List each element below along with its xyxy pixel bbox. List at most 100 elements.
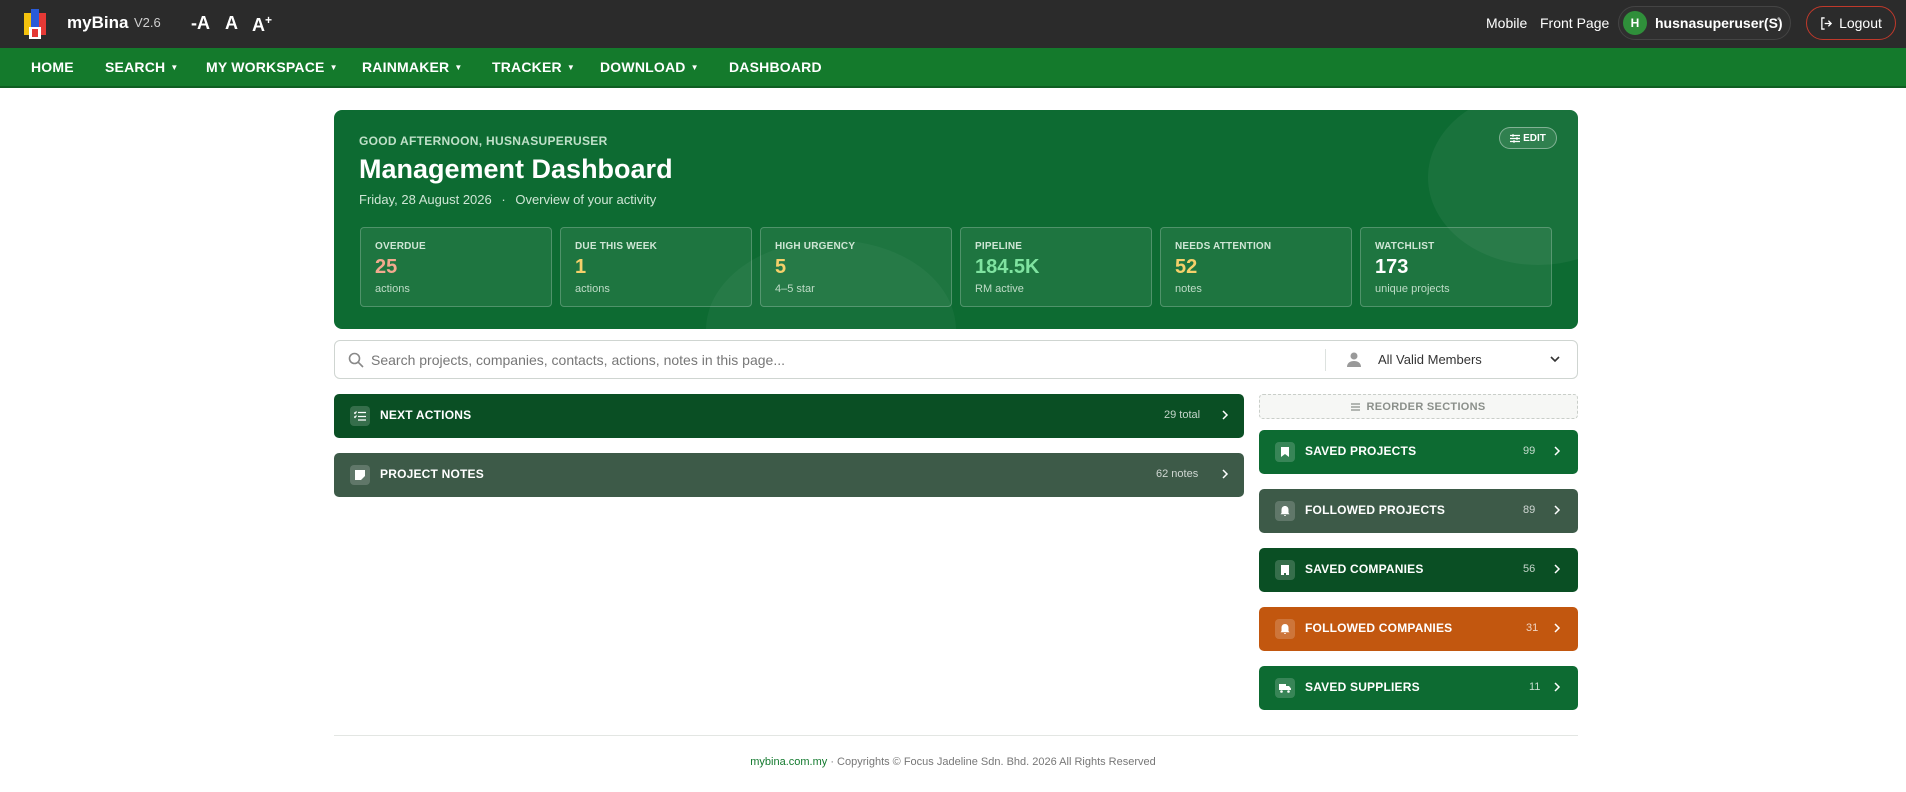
stat-unit: RM active xyxy=(975,283,1024,295)
note-icon xyxy=(350,465,370,485)
stat-label: PIPELINE xyxy=(975,241,1023,252)
section-title: FOLLOWED PROJECTS xyxy=(1305,503,1446,517)
user-menu[interactable]: H husnasuperuser(S) • xyxy=(1618,6,1791,40)
page-subtitle: Friday, 28 August 2026 · Overview of you… xyxy=(359,192,656,207)
chevron-right-icon xyxy=(1554,505,1561,515)
nav-rainmaker[interactable]: RAINMAKER ▼ xyxy=(362,59,462,75)
chevron-right-icon xyxy=(1222,410,1229,420)
dropdown-caret-icon: ▼ xyxy=(566,63,575,72)
stat-label: HIGH URGENCY xyxy=(775,241,856,252)
stat-value: 25 xyxy=(375,256,398,278)
font-increase-button[interactable]: A+ xyxy=(252,13,272,36)
member-filter-value: All Valid Members xyxy=(1378,352,1482,367)
page-search-bar: All Valid Members xyxy=(334,340,1578,379)
logout-button[interactable]: Logout xyxy=(1806,6,1896,40)
stat-label: WATCHLIST xyxy=(1375,241,1435,252)
section-title: PROJECT NOTES xyxy=(380,467,484,481)
greeting: GOOD AFTERNOON, HUSNASUPERUSER xyxy=(359,134,608,148)
member-filter-select[interactable]: All Valid Members xyxy=(1333,341,1578,378)
section-followed-companies[interactable]: FOLLOWED COMPANIES 31 xyxy=(1259,607,1578,651)
section-count: 99 xyxy=(1523,445,1536,457)
nav-my-workspace[interactable]: MY WORKSPACE ▼ xyxy=(206,59,338,75)
search-input[interactable] xyxy=(371,349,1311,371)
font-decrease-button[interactable]: -A xyxy=(191,13,210,34)
chevron-right-icon xyxy=(1554,564,1561,574)
font-increase-label: A xyxy=(252,15,265,35)
user-name: husnasuperuser(S) xyxy=(1655,15,1783,31)
section-title: SAVED SUPPLIERS xyxy=(1305,680,1420,694)
section-saved-companies[interactable]: SAVED COMPANIES 56 xyxy=(1259,548,1578,592)
stat-card-needs-attention[interactable]: NEEDS ATTENTION 52 notes xyxy=(1160,227,1352,307)
stat-value: 1 xyxy=(575,256,587,278)
search-icon xyxy=(348,352,364,368)
app-version: V2.6 xyxy=(134,15,161,30)
bookmark-icon xyxy=(1275,442,1295,462)
menu-lines-icon xyxy=(1351,402,1361,411)
stat-unit: actions xyxy=(575,283,610,295)
reorder-sections-button[interactable]: REORDER SECTIONS xyxy=(1259,394,1578,419)
stat-card-pipeline[interactable]: PIPELINE 184.5K RM active xyxy=(960,227,1152,307)
font-increase-plus: + xyxy=(265,13,273,27)
chevron-down-icon xyxy=(1550,356,1560,363)
stat-value: 184.5K xyxy=(975,256,1040,278)
stat-card-watchlist[interactable]: WATCHLIST 173 unique projects xyxy=(1360,227,1552,307)
section-count: 56 xyxy=(1523,563,1536,575)
stat-card-overdue[interactable]: OVERDUE 25 actions xyxy=(360,227,552,307)
section-title: NEXT ACTIONS xyxy=(380,408,472,422)
reorder-label: REORDER SECTIONS xyxy=(1366,400,1486,413)
stat-label: NEEDS ATTENTION xyxy=(1175,241,1272,252)
nav-tracker-label: TRACKER xyxy=(492,59,562,75)
section-saved-projects[interactable]: SAVED PROJECTS 99 xyxy=(1259,430,1578,474)
chevron-right-icon xyxy=(1554,446,1561,456)
mybina-logo[interactable] xyxy=(24,9,46,39)
section-count: 11 xyxy=(1529,681,1541,693)
user-icon xyxy=(1347,352,1361,367)
logout-label: Logout xyxy=(1839,15,1882,31)
chevron-right-icon xyxy=(1554,682,1561,692)
dropdown-caret-icon: ▼ xyxy=(690,63,699,72)
stat-unit: unique projects xyxy=(1375,283,1450,295)
dropdown-caret-icon: ▼ xyxy=(329,63,338,72)
section-count: 89 xyxy=(1523,504,1536,516)
nav-my-workspace-label: MY WORKSPACE xyxy=(206,59,325,75)
footer-copyright: · Copyrights © Focus Jadeline Sdn. Bhd. … xyxy=(827,756,1156,768)
nav-download[interactable]: DOWNLOAD ▼ xyxy=(600,59,699,75)
list-check-icon xyxy=(350,406,370,426)
section-title: FOLLOWED COMPANIES xyxy=(1305,621,1453,635)
logout-icon xyxy=(1821,16,1833,30)
section-project-notes[interactable]: PROJECT NOTES 62 notes xyxy=(334,453,1244,497)
bell-icon xyxy=(1275,501,1295,521)
current-date: Friday, 28 August 2026 xyxy=(359,192,492,207)
nav-dashboard[interactable]: DASHBOARD xyxy=(729,59,822,75)
edit-button[interactable]: EDIT xyxy=(1499,127,1557,149)
stat-unit: 4–5 star xyxy=(775,283,815,295)
footer-site-link[interactable]: mybina.com.my xyxy=(750,756,827,768)
app-name[interactable]: myBina xyxy=(67,13,128,33)
chevron-right-icon xyxy=(1222,469,1229,479)
font-normal-button[interactable]: A xyxy=(225,13,238,34)
front-page-link[interactable]: Front Page xyxy=(1540,15,1609,31)
section-next-actions[interactable]: NEXT ACTIONS 29 total xyxy=(334,394,1244,438)
stat-card-due-this-week[interactable]: DUE THIS WEEK 1 actions xyxy=(560,227,752,307)
nav-search[interactable]: SEARCH ▼ xyxy=(105,59,178,75)
stat-card-high-urgency[interactable]: HIGH URGENCY 5 4–5 star xyxy=(760,227,952,307)
caret-icon: • xyxy=(1777,14,1781,25)
dropdown-caret-icon: ▼ xyxy=(454,63,463,72)
mobile-link[interactable]: Mobile xyxy=(1486,15,1527,31)
top-bar: myBina V2.6 -A A A+ Mobile Front Page H … xyxy=(0,0,1906,48)
section-saved-suppliers[interactable]: SAVED SUPPLIERS 11 xyxy=(1259,666,1578,710)
nav-rainmaker-label: RAINMAKER xyxy=(362,59,450,75)
truck-icon xyxy=(1275,678,1295,698)
main-nav: HOME SEARCH ▼ MY WORKSPACE ▼ RAINMAKER ▼ TR… xyxy=(0,48,1906,88)
section-followed-projects[interactable]: FOLLOWED PROJECTS 89 xyxy=(1259,489,1578,533)
bell-icon xyxy=(1275,619,1295,639)
nav-home-label: HOME xyxy=(31,59,74,75)
sliders-icon xyxy=(1510,133,1521,143)
section-title: SAVED COMPANIES xyxy=(1305,562,1424,576)
divider xyxy=(1325,349,1326,371)
nav-home[interactable]: HOME xyxy=(31,59,74,75)
section-count: 31 xyxy=(1526,622,1539,634)
section-count: 62 notes xyxy=(1156,468,1199,480)
building-icon xyxy=(1275,560,1295,580)
nav-tracker[interactable]: TRACKER ▼ xyxy=(492,59,575,75)
